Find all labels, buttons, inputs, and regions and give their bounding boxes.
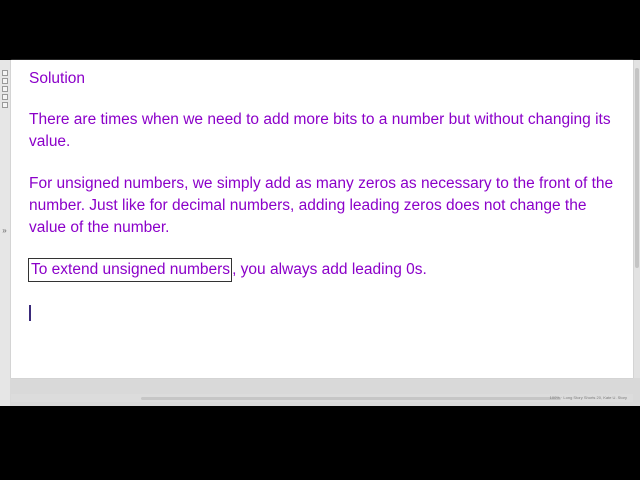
shape-icon[interactable] xyxy=(2,86,8,92)
pen-icon[interactable] xyxy=(2,78,8,84)
left-tool-gutter: » xyxy=(0,60,10,406)
paragraph-2: For unsigned numbers, we simply add as m… xyxy=(29,175,614,236)
empty-line[interactable] xyxy=(29,302,619,324)
document-page[interactable]: Solution There are times when we need to… xyxy=(11,60,633,378)
vertical-scroll-thumb[interactable] xyxy=(635,68,639,268)
text-cursor xyxy=(29,305,31,321)
highlight-rest: , you always add leading 0s. xyxy=(232,261,427,278)
gutter-tool-list xyxy=(2,70,10,108)
boxed-phrase[interactable]: To extend unsigned numbers xyxy=(28,258,233,282)
paragraph-1: There are times when we need to add more… xyxy=(29,111,611,150)
horizontal-scroll-thumb[interactable] xyxy=(141,397,561,400)
checkbox-icon[interactable] xyxy=(2,102,8,108)
document-heading: Solution xyxy=(29,70,86,87)
status-bar: 100% · Long Story Shorts 20, Kate U. Sto… xyxy=(11,394,633,402)
page-icon[interactable] xyxy=(2,70,8,76)
highlighter-icon[interactable] xyxy=(2,94,8,100)
double-chevron-right-icon[interactable]: » xyxy=(0,226,9,236)
document-content[interactable]: Solution There are times when we need to… xyxy=(28,68,619,324)
vertical-scrollbar[interactable] xyxy=(634,60,640,378)
status-text: 100% · Long Story Shorts 20, Kate U. Sto… xyxy=(549,395,627,400)
app-window: » Solution There are times when we need … xyxy=(0,60,640,406)
highlight-paragraph: To extend unsigned numbers, you always a… xyxy=(28,258,619,282)
